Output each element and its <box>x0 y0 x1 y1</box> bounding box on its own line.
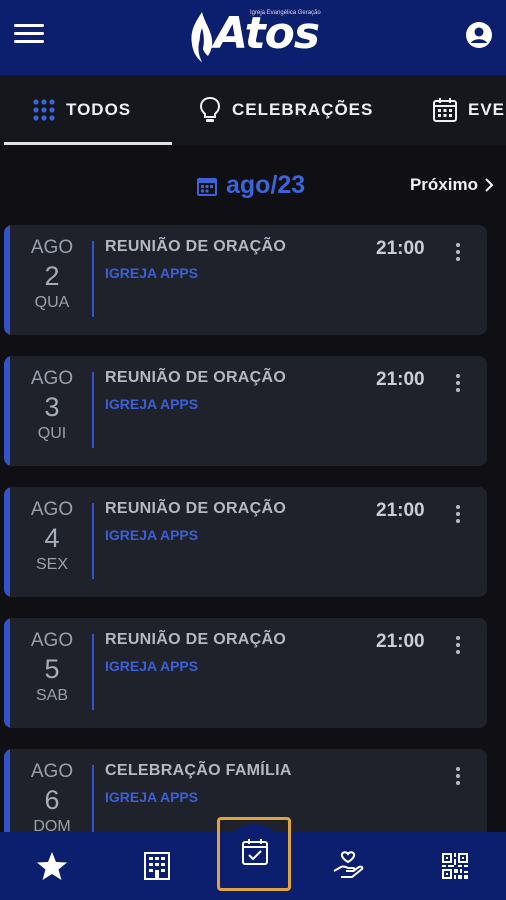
event-time: 21:00 <box>376 369 425 390</box>
event-weekday: QUA <box>34 294 70 311</box>
nav-giving[interactable] <box>312 832 384 900</box>
calendar-icon <box>197 177 217 196</box>
event-organization: IGREJA APPS <box>105 527 199 543</box>
nav-agenda[interactable] <box>217 817 291 891</box>
account-circle-icon[interactable] <box>466 22 492 48</box>
app-logo: Atos Igreja Evangélica Geração <box>188 6 328 66</box>
event-organization: IGREJA APPS <box>105 789 199 805</box>
calendar-icon <box>433 98 457 122</box>
nav-qr-code[interactable] <box>419 832 491 900</box>
event-month: AGO <box>30 368 74 389</box>
category-tabs: TODOS CELEBRAÇÕES EVE <box>0 75 506 145</box>
top-app-bar: Atos Igreja Evangélica Geração <box>0 0 506 75</box>
event-date: AGO 2 QUA <box>10 225 94 312</box>
more-options-icon[interactable] <box>450 372 466 394</box>
event-card[interactable]: AGO 4 SEX REUNIÃO DE ORAÇÃO IGREJA APPS … <box>4 487 487 597</box>
event-title: REUNIÃO DE ORAÇÃO <box>105 369 287 386</box>
event-weekday: SEX <box>35 556 68 573</box>
more-options-icon[interactable] <box>450 503 466 525</box>
more-options-icon[interactable] <box>450 765 466 787</box>
tab-celebracoes[interactable]: CELEBRAÇÕES <box>198 75 373 145</box>
calendar-check-icon <box>242 839 268 865</box>
event-day: 4 <box>44 523 60 553</box>
event-date: AGO 6 DOM <box>10 749 94 836</box>
event-time: 21:00 <box>376 238 425 259</box>
event-day: 3 <box>44 392 60 422</box>
event-organization: IGREJA APPS <box>105 658 199 674</box>
event-card[interactable]: AGO 3 QUI REUNIÃO DE ORAÇÃO IGREJA APPS … <box>4 356 487 466</box>
card-divider <box>92 241 94 317</box>
giving-hand-icon <box>333 851 364 878</box>
event-time: 21:00 <box>376 631 425 652</box>
lightbulb-icon <box>199 96 221 122</box>
event-date: AGO 5 SAB <box>10 618 94 705</box>
grid-icon <box>33 99 55 121</box>
card-divider <box>92 634 94 710</box>
month-navigation: ago/23 Próximo <box>0 165 506 213</box>
event-month: AGO <box>30 499 74 520</box>
flame-icon <box>191 12 213 62</box>
event-title: REUNIÃO DE ORAÇÃO <box>105 238 287 255</box>
event-title: CELEBRAÇÃO FAMÍLIA <box>105 762 292 779</box>
event-date: AGO 4 SEX <box>10 487 94 574</box>
event-day: 2 <box>44 261 60 291</box>
current-month: ago/23 <box>226 171 306 199</box>
hamburger-menu-icon[interactable] <box>14 24 46 48</box>
card-divider <box>92 503 94 579</box>
next-month-button[interactable]: Próximo <box>410 175 494 195</box>
event-weekday: QUI <box>37 425 67 442</box>
event-card[interactable]: AGO 2 QUA REUNIÃO DE ORAÇÃO IGREJA APPS … <box>4 225 487 335</box>
nav-church[interactable] <box>121 832 193 900</box>
active-nav-circle <box>224 824 284 884</box>
tab-todos[interactable]: TODOS <box>32 75 131 145</box>
more-options-icon[interactable] <box>450 634 466 656</box>
event-title: REUNIÃO DE ORAÇÃO <box>105 631 287 648</box>
event-month: AGO <box>30 630 74 651</box>
event-organization: IGREJA APPS <box>105 265 199 281</box>
event-card[interactable]: AGO 5 SAB REUNIÃO DE ORAÇÃO IGREJA APPS … <box>4 618 487 728</box>
more-options-icon[interactable] <box>450 241 466 263</box>
tab-label: CELEBRAÇÕES <box>232 100 374 119</box>
event-day: 5 <box>44 654 60 684</box>
event-weekday: SAB <box>35 687 68 704</box>
event-day: 6 <box>44 785 60 815</box>
tab-label: TODOS <box>66 100 132 119</box>
event-title: REUNIÃO DE ORAÇÃO <box>105 500 287 517</box>
building-icon <box>144 852 170 880</box>
star-icon <box>37 852 67 880</box>
active-tab-indicator <box>4 142 172 145</box>
card-divider <box>92 765 94 841</box>
event-organization: IGREJA APPS <box>105 396 199 412</box>
month-selector[interactable]: ago/23 <box>196 171 305 200</box>
chevron-right-icon <box>485 178 494 192</box>
tab-eventos[interactable]: EVE <box>432 75 505 145</box>
event-month: AGO <box>30 237 74 258</box>
tab-label: EVE <box>468 100 506 119</box>
logo-subtitle: Igreja Evangélica Geração <box>250 10 321 16</box>
next-label: Próximo <box>409 175 478 194</box>
event-time: 21:00 <box>376 500 425 521</box>
qr-code-icon <box>442 853 468 879</box>
event-month: AGO <box>30 761 74 782</box>
event-date: AGO 3 QUI <box>10 356 94 443</box>
nav-favorites[interactable] <box>16 832 88 900</box>
card-divider <box>92 372 94 448</box>
